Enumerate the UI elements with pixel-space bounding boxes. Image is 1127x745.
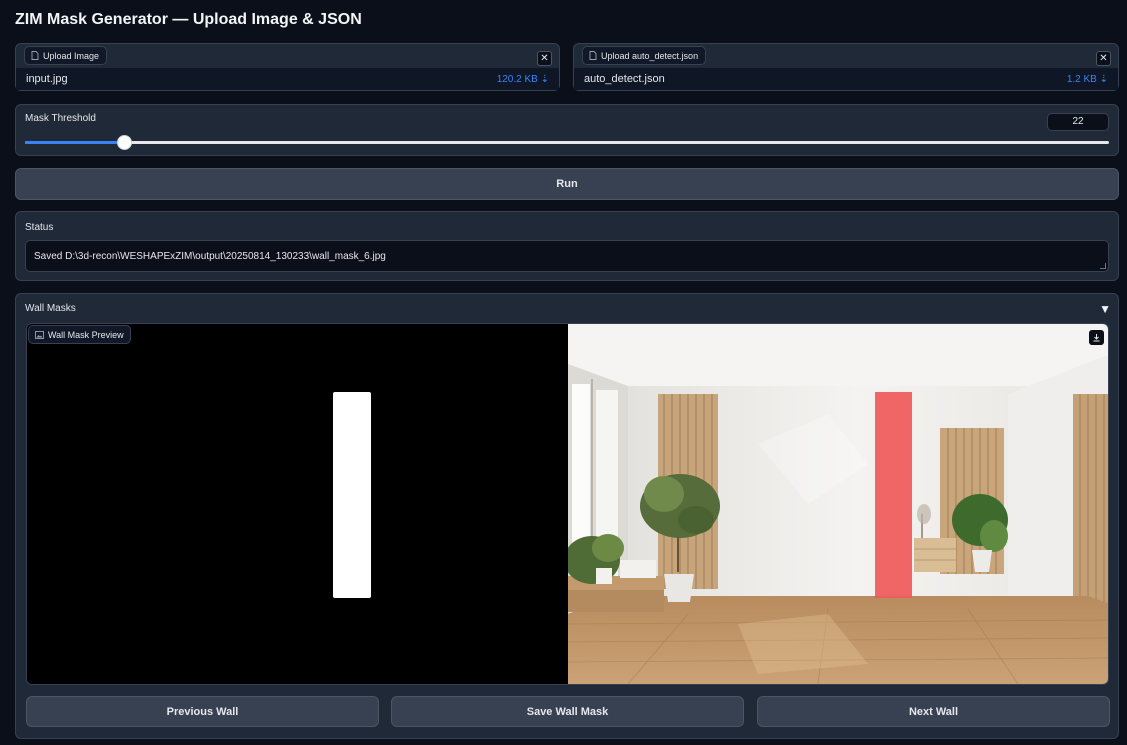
threshold-slider[interactable] <box>25 135 1109 150</box>
image-icon <box>35 330 44 339</box>
file-icon <box>31 51 39 60</box>
image-file-download[interactable]: 120.2 KB ⇣ <box>497 74 549 85</box>
chevron-down-icon[interactable]: ▼ <box>1099 302 1111 316</box>
wall-mask-preview: Wall Mask Preview <box>26 323 1109 685</box>
json-file-row: auto_detect.json 1.2 KB ⇣ <box>574 68 1118 90</box>
json-file-download[interactable]: 1.2 KB ⇣ <box>1067 74 1108 85</box>
status-textbox[interactable]: Saved D:\3d-recon\WESHAPExZIM\output\202… <box>25 240 1109 272</box>
previous-wall-button[interactable]: Previous Wall <box>26 696 379 727</box>
threshold-panel: Mask Threshold 22 <box>15 104 1119 156</box>
threshold-slider-fill <box>25 141 124 144</box>
json-file-name: auto_detect.json <box>584 73 665 85</box>
status-text: Saved D:\3d-recon\WESHAPExZIM\output\202… <box>34 250 386 262</box>
resize-icon[interactable] <box>1100 263 1106 269</box>
page-title: ZIM Mask Generator — Upload Image & JSON <box>15 11 362 28</box>
mask-overlay-highlight <box>875 392 912 598</box>
image-file-row: input.jpg 120.2 KB ⇣ <box>16 68 559 90</box>
wall-mask-preview-tag: Wall Mask Preview <box>28 325 131 344</box>
room-photo <box>568 324 1108 684</box>
image-upload[interactable]: Upload Image ✕ input.jpg 120.2 KB ⇣ <box>15 43 560 91</box>
threshold-slider-thumb[interactable] <box>116 135 132 150</box>
json-upload-label-tag: Upload auto_detect.json <box>582 46 707 65</box>
mask-image <box>27 324 568 684</box>
threshold-label: Mask Threshold <box>25 113 96 124</box>
wall-masks-label: Wall Masks <box>25 303 76 314</box>
image-upload-label: Upload Image <box>43 50 100 61</box>
status-panel: Status Saved D:\3d-recon\WESHAPExZIM\out… <box>15 211 1119 281</box>
json-upload[interactable]: Upload auto_detect.json ✕ auto_detect.js… <box>573 43 1119 91</box>
save-wall-mask-button[interactable]: Save Wall Mask <box>391 696 744 727</box>
close-icon[interactable]: ✕ <box>1096 51 1111 66</box>
image-upload-label-tag: Upload Image <box>24 46 108 65</box>
json-upload-label: Upload auto_detect.json <box>601 50 699 61</box>
close-icon[interactable]: ✕ <box>537 51 552 66</box>
run-button[interactable]: Run <box>15 168 1119 200</box>
room-overlay-image <box>568 324 1108 684</box>
download-icon[interactable] <box>1089 330 1104 345</box>
threshold-number-input[interactable]: 22 <box>1047 113 1109 131</box>
next-wall-button[interactable]: Next Wall <box>757 696 1110 727</box>
wall-masks-panel: Wall Masks ▼ Wall Mask Preview Previous … <box>15 293 1119 739</box>
status-label: Status <box>25 222 54 233</box>
wall-mask-shape <box>333 392 371 598</box>
file-icon <box>589 51 597 60</box>
wall-mask-preview-label: Wall Mask Preview <box>48 329 124 340</box>
image-file-name: input.jpg <box>26 73 68 85</box>
